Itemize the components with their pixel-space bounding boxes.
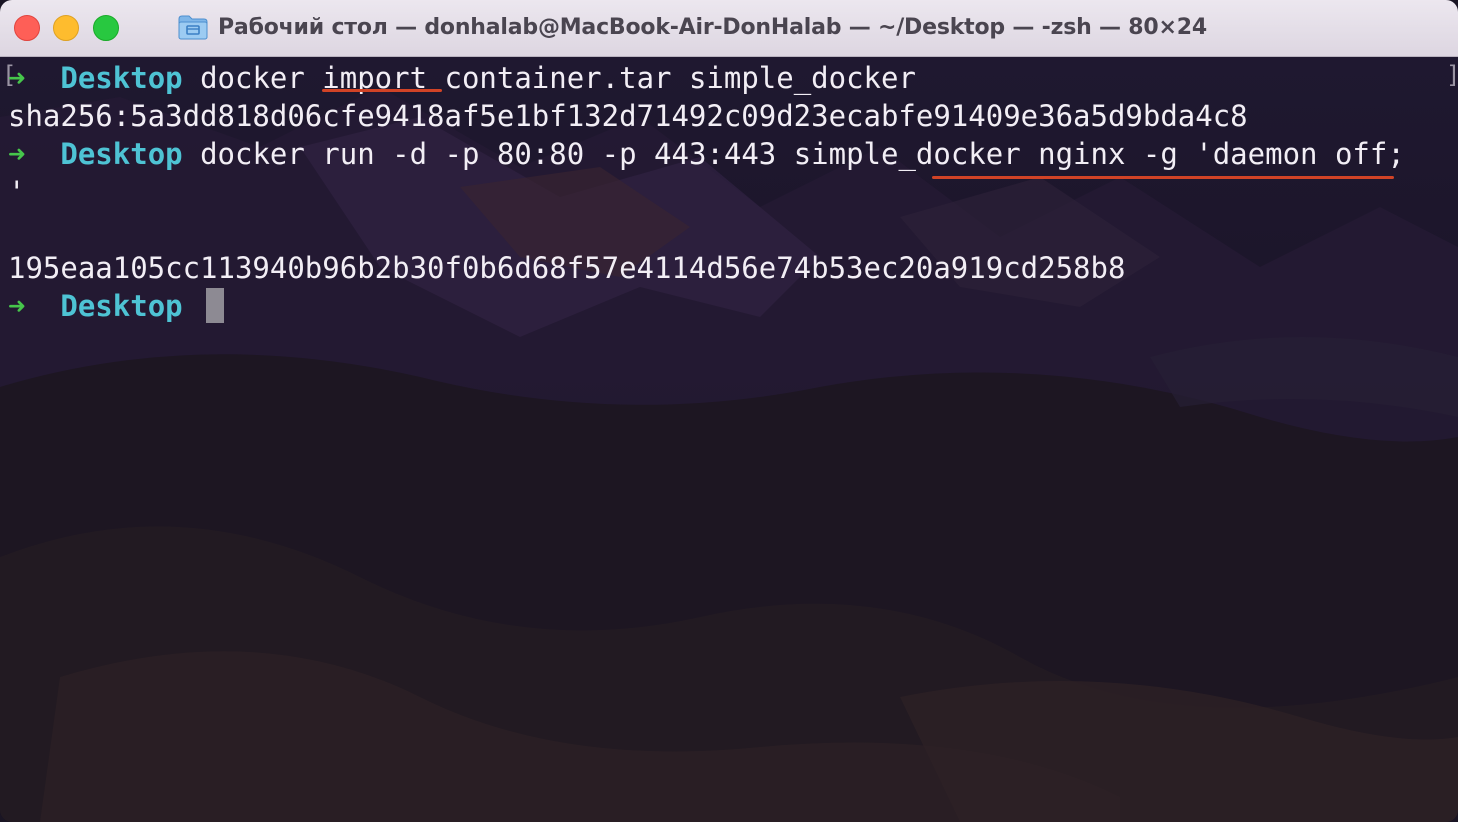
prompt-arrow-icon: ➜ xyxy=(8,137,26,171)
terminal-window: Рабочий стол — donhalab@MacBook-Air-DonH… xyxy=(0,0,1458,822)
prompt-directory: Desktop xyxy=(60,137,183,171)
title-bar[interactable]: Рабочий стол — donhalab@MacBook-Air-DonH… xyxy=(0,0,1458,57)
close-button[interactable] xyxy=(14,15,40,41)
command-text: docker import container.tar simple_docke… xyxy=(200,61,916,95)
text-cursor xyxy=(206,288,224,323)
prompt-directory: Desktop xyxy=(60,61,183,95)
terminal-line-5: 195eaa105cc113940b96b2b30f0b6d68f57e4114… xyxy=(8,250,1125,286)
terminal-line-3: ➜ Desktop docker run -d -p 80:80 -p 443:… xyxy=(8,136,1405,172)
prompt-arrow-icon: ➜ xyxy=(8,289,26,323)
terminal-prompt-line: ➜ Desktop xyxy=(8,288,183,324)
folder-icon xyxy=(178,14,208,40)
output-text: 195eaa105cc113940b96b2b30f0b6d68f57e4114… xyxy=(8,251,1126,285)
prompt-directory: Desktop xyxy=(60,289,183,323)
minimize-button[interactable] xyxy=(53,15,79,41)
terminal-output: ➜ Desktop docker import container.tar si… xyxy=(0,57,1458,822)
window-title: Рабочий стол — donhalab@MacBook-Air-DonH… xyxy=(218,14,1207,40)
terminal-line-1: ➜ Desktop docker import container.tar si… xyxy=(8,60,916,96)
terminal-line-4: ' xyxy=(8,174,25,210)
output-text: ' xyxy=(8,175,26,209)
output-text: sha256:5a3dd818d06cfe9418af5e1bf132d7149… xyxy=(8,99,1248,133)
prompt-arrow-icon: ➜ xyxy=(8,61,26,95)
annotation-underline-import xyxy=(322,89,442,92)
window-title-group: Рабочий стол — donhalab@MacBook-Air-DonH… xyxy=(178,12,1207,42)
annotation-underline-nginx xyxy=(932,176,1394,179)
terminal-area[interactable]: [ ] ➜ Desktop docker import container.ta… xyxy=(0,57,1458,822)
zoom-button[interactable] xyxy=(93,15,119,41)
command-text: docker run -d -p 80:80 -p 443:443 simple… xyxy=(200,137,1405,171)
terminal-line-2: sha256:5a3dd818d06cfe9418af5e1bf132d7149… xyxy=(8,98,1248,134)
